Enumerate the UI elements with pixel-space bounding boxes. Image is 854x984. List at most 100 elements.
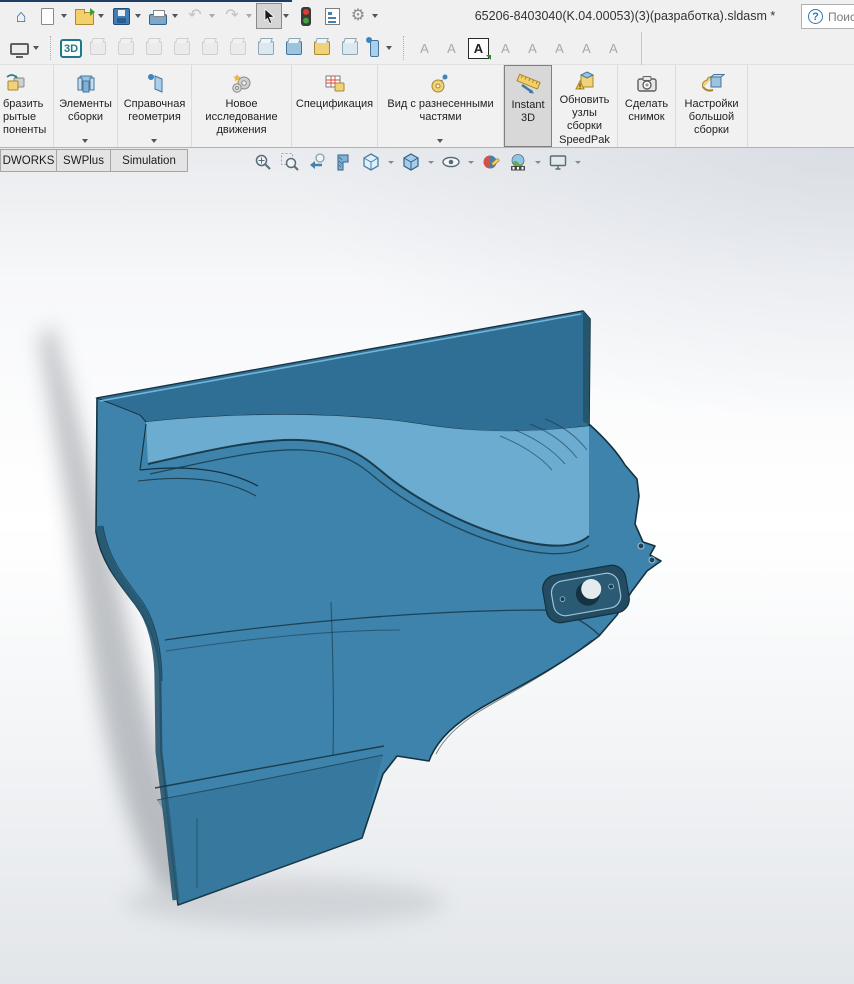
annotation-tool-icon-1: A <box>414 38 435 59</box>
sketch-3d-icon: 3D <box>60 39 82 58</box>
display-style-dropdown[interactable] <box>428 161 434 164</box>
options-dropdown[interactable] <box>372 14 378 18</box>
new-document-icon <box>41 8 54 25</box>
assembly-features-button[interactable]: Элементы сборки <box>54 65 118 147</box>
viewport-display-button[interactable] <box>6 35 32 61</box>
show-hidden-components-icon <box>3 70 29 98</box>
home-icon: ⌂ <box>16 7 27 25</box>
apply-scene-dropdown[interactable] <box>535 161 541 164</box>
motion-study-icon <box>229 70 255 98</box>
annotation-tool-icon-4: A <box>495 38 516 59</box>
interference-check-button[interactable] <box>293 3 319 29</box>
zoom-area-icon[interactable] <box>279 151 301 173</box>
exploded-view-icon <box>428 70 454 98</box>
undo-dropdown <box>209 14 215 18</box>
heads-up-toolbar <box>252 150 582 174</box>
feature-tool-icon-3[interactable] <box>314 41 330 55</box>
select-arrow-icon <box>260 7 278 25</box>
bom-table-icon <box>322 70 348 98</box>
document-title: 65206-8403040(K.04.00053)(3)(разработка)… <box>450 0 800 32</box>
file-properties-button[interactable] <box>319 3 345 29</box>
assembly-tool-icon-4 <box>174 41 190 55</box>
assembly-tool-icon-6 <box>230 41 246 55</box>
graphics-area[interactable] <box>0 148 854 984</box>
display-style-icon[interactable] <box>400 151 422 173</box>
assembly-features-dropdown[interactable] <box>82 139 88 143</box>
large-assembly-icon <box>699 70 725 98</box>
help-icon[interactable]: ? <box>808 9 823 24</box>
save-button[interactable] <box>108 3 134 29</box>
print-button[interactable] <box>145 3 171 29</box>
toolbar-separator <box>641 32 642 65</box>
zoom-fit-icon[interactable] <box>252 151 274 173</box>
ribbon-button-label: бразить рытые поненты <box>3 98 46 138</box>
new-document-button[interactable] <box>34 3 60 29</box>
assembly-3d-model[interactable] <box>0 174 854 984</box>
traffic-light-icon <box>301 7 311 26</box>
quick-access-toolbar: ⌂ ↶ ↷ ⚙ 65206-8403040(K.04.00053)(3)(раз… <box>0 0 854 32</box>
ribbon-button-label: Вид с разнесенными частями <box>387 98 493 124</box>
reference-geometry-button[interactable]: Справочная геометрия <box>118 65 192 147</box>
assembly-tool-icon-1 <box>90 41 106 55</box>
section-view-icon[interactable] <box>333 151 355 173</box>
annotation-tool-icon-6: A <box>549 38 570 59</box>
ribbon-button-label: Новое исследование движения <box>205 98 277 138</box>
select-tool-button[interactable] <box>256 3 282 29</box>
bill-of-materials-button[interactable]: Спецификация <box>292 65 378 147</box>
solidworks-window: ⌂ ↶ ↷ ⚙ 65206-8403040(K.04.00053)(3)(раз… <box>0 0 854 984</box>
view-settings-icon[interactable] <box>547 151 569 173</box>
annotation-tool-icon-3[interactable]: A <box>468 38 489 59</box>
search-box[interactable]: ? Поиск <box>801 4 854 29</box>
tab-solidworks[interactable]: DWORKS <box>0 149 57 172</box>
snapshot-camera-icon <box>634 70 660 98</box>
open-dropdown[interactable] <box>98 14 104 18</box>
print-icon <box>149 14 167 25</box>
monitor-icon <box>10 43 29 55</box>
open-button[interactable] <box>71 3 97 29</box>
tab-simulation[interactable]: Simulation <box>111 149 188 172</box>
plane-icon[interactable] <box>370 40 379 57</box>
new-document-dropdown[interactable] <box>61 14 67 18</box>
feature-tools-dropdown[interactable] <box>386 46 392 50</box>
update-speedpak-button[interactable]: Обновить узлы сборки SpeedPak <box>552 65 618 147</box>
undo-icon: ↶ <box>188 8 201 24</box>
hide-show-items-dropdown[interactable] <box>468 161 474 164</box>
view-settings-dropdown[interactable] <box>575 161 581 164</box>
instant3d-button[interactable]: Instant 3D <box>504 65 552 147</box>
exploded-view-dropdown[interactable] <box>437 139 443 143</box>
instant3d-icon <box>514 71 542 99</box>
select-tool-dropdown[interactable] <box>283 14 289 18</box>
feature-tool-icon-2[interactable] <box>286 41 302 55</box>
save-icon <box>113 8 130 25</box>
take-snapshot-button[interactable]: Сделать снимок <box>618 65 676 147</box>
annotation-tool-icon-7: A <box>576 38 597 59</box>
home-button[interactable]: ⌂ <box>8 3 34 29</box>
print-dropdown[interactable] <box>172 14 178 18</box>
show-hidden-components-button[interactable]: бразить рытые поненты <box>0 65 54 147</box>
save-dropdown[interactable] <box>135 14 141 18</box>
view-orientation-icon[interactable] <box>360 151 382 173</box>
sketch-3d-button[interactable]: 3D <box>58 35 84 61</box>
reference-geometry-dropdown[interactable] <box>151 139 157 143</box>
options-button[interactable]: ⚙ <box>345 3 371 29</box>
exploded-view-button[interactable]: Вид с разнесенными частями <box>378 65 504 147</box>
large-assembly-settings-button[interactable]: Настройки большой сборки <box>676 65 748 147</box>
edit-appearance-icon[interactable] <box>480 151 502 173</box>
ribbon-button-label: Настройки большой сборки <box>685 98 739 138</box>
previous-view-icon[interactable] <box>306 151 328 173</box>
feature-tool-icon-1[interactable] <box>258 41 274 55</box>
apply-scene-icon[interactable] <box>507 151 529 173</box>
tab-swplus[interactable]: SWPlus <box>57 149 111 172</box>
viewport-display-dropdown[interactable] <box>33 46 39 50</box>
ribbon-button-label: Спецификация <box>296 98 373 111</box>
search-input[interactable]: Поиск <box>828 10 854 24</box>
ribbon-button-label: Instant 3D <box>511 99 544 125</box>
ribbon-button-label: Справочная геометрия <box>124 98 186 124</box>
view-orientation-dropdown[interactable] <box>388 161 394 164</box>
new-motion-study-button[interactable]: Новое исследование движения <box>192 65 292 147</box>
assembly-features-icon <box>74 70 98 98</box>
hide-show-items-icon[interactable] <box>440 151 462 173</box>
assembly-tool-icon-2 <box>118 41 134 55</box>
feature-tool-icon-4[interactable] <box>342 41 358 55</box>
cab-panel-part[interactable] <box>96 311 661 905</box>
